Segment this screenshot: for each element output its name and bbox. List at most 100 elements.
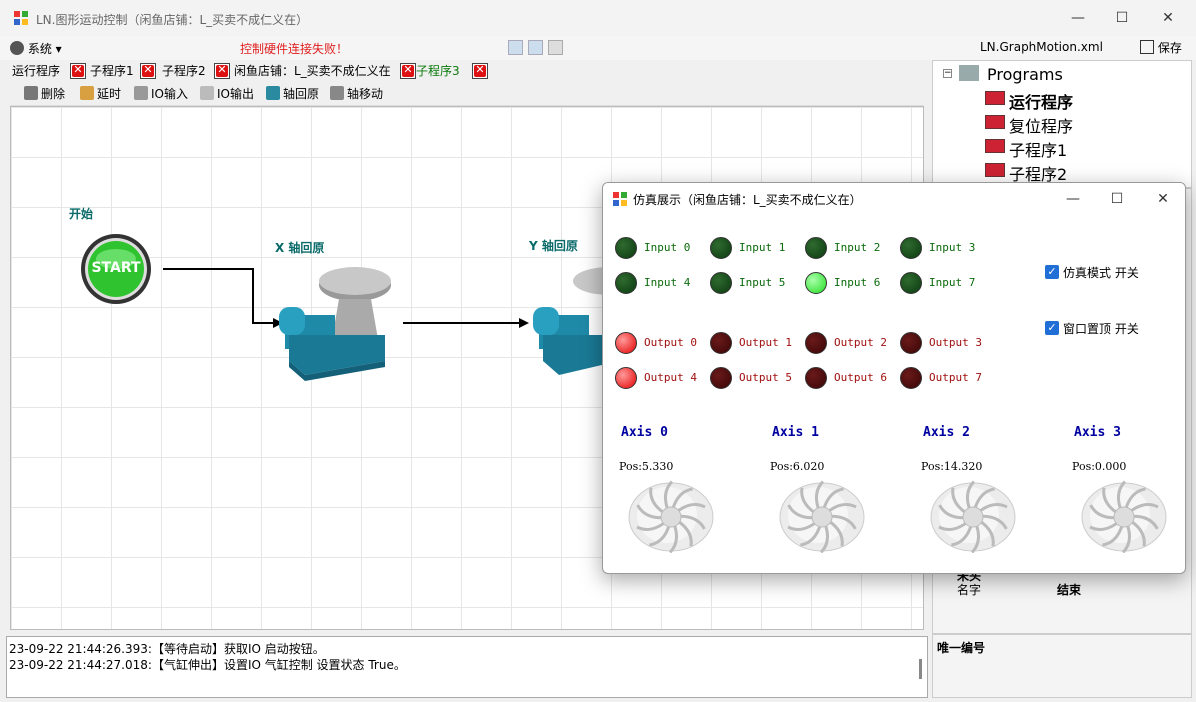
tab-subprogram1[interactable]: 子程序1	[90, 62, 134, 80]
tree-item-subprogram1[interactable]: 子程序1	[1009, 137, 1067, 161]
output-label-3: Output 3	[929, 336, 982, 349]
clock-icon	[80, 86, 94, 100]
close-button[interactable]: ✕	[1156, 8, 1180, 28]
program-icon	[985, 163, 1005, 177]
minimize-button[interactable]: —	[1066, 8, 1090, 28]
output-label-0: Output 0	[644, 336, 697, 349]
io-input-icon	[134, 86, 148, 100]
sim-minimize-button[interactable]: —	[1061, 189, 1085, 209]
input-label-4: Input 4	[644, 276, 691, 289]
output-led-2	[805, 332, 827, 354]
input-led-6[interactable]	[805, 272, 827, 294]
input-label-6: Input 6	[834, 276, 881, 289]
axis-title-1: Axis 1	[772, 425, 819, 440]
main-title-bar: LN.图形运动控制（闲鱼店铺：L_买卖不成仁义在） — ☐ ✕	[0, 0, 1196, 36]
input-label-3: Input 3	[929, 241, 976, 254]
delete-button[interactable]: 删除	[24, 85, 65, 103]
output-led-1	[710, 332, 732, 354]
save-label: 保存	[1157, 41, 1182, 55]
input-label-5: Input 5	[739, 276, 786, 289]
axis-pos-1: Pos:6.020	[770, 460, 825, 473]
tab-bar: 运行程序 子程序1 子程序2 闲鱼店铺：L_买卖不成仁义在 子程序3	[8, 60, 492, 82]
y-axis-home-label: Y 轴回原	[529, 239, 578, 253]
tab-shop[interactable]: 闲鱼店铺：L_买卖不成仁义在	[234, 62, 391, 80]
system-menu[interactable]: 系统 ▾	[10, 40, 62, 57]
axis-title-2: Axis 2	[923, 425, 970, 440]
input-led-1[interactable]	[710, 237, 732, 259]
fan-icon	[619, 477, 715, 554]
tab-run-program[interactable]: 运行程序	[12, 62, 60, 80]
pause-icon[interactable]	[528, 40, 543, 55]
sim-close-button[interactable]: ✕	[1151, 189, 1175, 209]
output-label-1: Output 1	[739, 336, 792, 349]
sim-maximize-button[interactable]: ☐	[1105, 189, 1129, 209]
axis-home-label: 轴回原	[283, 87, 320, 101]
io-input-button[interactable]: IO输入	[134, 85, 188, 103]
fan-icon	[1072, 477, 1168, 554]
axis-title-3: Axis 3	[1074, 425, 1121, 440]
trash-icon	[24, 86, 38, 100]
close-tab-icon[interactable]	[140, 63, 156, 79]
output-label-2: Output 2	[834, 336, 887, 349]
input-led-7[interactable]	[900, 272, 922, 294]
io-output-icon	[200, 86, 214, 100]
io-output-button[interactable]: IO输出	[200, 85, 254, 103]
x-axis-home-node[interactable]	[275, 265, 395, 383]
output-label-4: Output 4	[644, 371, 697, 384]
toolbar: 删除 延时 IO输入 IO输出 轴回原 轴移动	[10, 82, 924, 106]
tree-item-reset-program[interactable]: 复位程序	[1009, 113, 1073, 137]
output-led-7	[900, 367, 922, 389]
log-scrollbar[interactable]	[919, 659, 922, 679]
play-icon[interactable]	[508, 40, 523, 55]
log-panel[interactable]: 23-09-22 21:44:26.393:【等待启动】获取IO 启动按钮。 2…	[6, 636, 928, 698]
input-led-3[interactable]	[900, 237, 922, 259]
motor-table-icon	[279, 267, 391, 381]
axis-move-button[interactable]: 轴移动	[330, 85, 383, 103]
output-led-6	[805, 367, 827, 389]
tree-item-run-program[interactable]: 运行程序	[1009, 89, 1073, 113]
axis-home-button[interactable]: 轴回原	[266, 85, 319, 103]
sim-mode-checkbox[interactable]: ✓	[1045, 265, 1059, 279]
input-label-2: Input 2	[834, 241, 881, 254]
output-led-0	[615, 332, 637, 354]
axis-move-label: 轴移动	[347, 87, 384, 101]
output-label-7: Output 7	[929, 371, 982, 384]
tab-subprogram2[interactable]: 子程序2	[162, 62, 206, 80]
program-icon	[985, 115, 1005, 129]
maximize-button[interactable]: ☐	[1110, 8, 1134, 28]
input-led-4[interactable]	[615, 272, 637, 294]
program-tree[interactable]: − Programs 运行程序 复位程序 子程序1 子程序2	[932, 60, 1192, 188]
axis-pos-0: Pos:5.330	[619, 460, 674, 473]
input-led-2[interactable]	[805, 237, 827, 259]
tab-subprogram3[interactable]: 子程序3	[416, 62, 460, 80]
input-led-5[interactable]	[710, 272, 732, 294]
name-field-value[interactable]: 结束	[1057, 581, 1081, 598]
close-tab-icon[interactable]	[400, 63, 416, 79]
sim-mode-label: 仿真模式 开关	[1063, 266, 1139, 280]
input-label-7: Input 7	[929, 276, 976, 289]
simulation-window: 仿真展示（闲鱼店铺：L_买卖不成仁义在） — ☐ ✕ Input 0 Input …	[602, 182, 1186, 574]
axis-title-0: Axis 0	[621, 425, 668, 440]
folder-icon	[959, 65, 979, 81]
app-icon	[613, 192, 627, 206]
app-icon	[14, 11, 28, 25]
topmost-checkbox[interactable]: ✓	[1045, 321, 1059, 335]
stop-icon[interactable]	[548, 40, 563, 55]
close-tab-icon[interactable]	[70, 63, 86, 79]
axis-pos-3: Pos:0.000	[1072, 460, 1127, 473]
topmost-label: 窗口置顶 开关	[1063, 322, 1139, 336]
close-tab-icon[interactable]	[472, 63, 488, 79]
output-label-5: Output 5	[739, 371, 792, 384]
unique-id-panel: 唯一编号	[932, 634, 1192, 698]
collapse-icon[interactable]: −	[943, 69, 952, 78]
close-tab-icon[interactable]	[214, 63, 230, 79]
menu-bar: 系统 ▾ 控制硬件连接失败！ LN.GraphMotion.xml 保存	[0, 36, 1196, 60]
save-button[interactable]: 保存	[1140, 39, 1182, 56]
delay-button[interactable]: 延时	[80, 85, 121, 103]
tree-root[interactable]: Programs	[987, 65, 1063, 84]
system-menu-label: 系统	[27, 42, 52, 56]
save-icon	[1140, 40, 1154, 54]
input-led-0[interactable]	[615, 237, 637, 259]
io-output-label: IO输出	[217, 87, 254, 101]
sim-title-bar: 仿真展示（闲鱼店铺：L_买卖不成仁义在） — ☐ ✕	[603, 183, 1185, 215]
